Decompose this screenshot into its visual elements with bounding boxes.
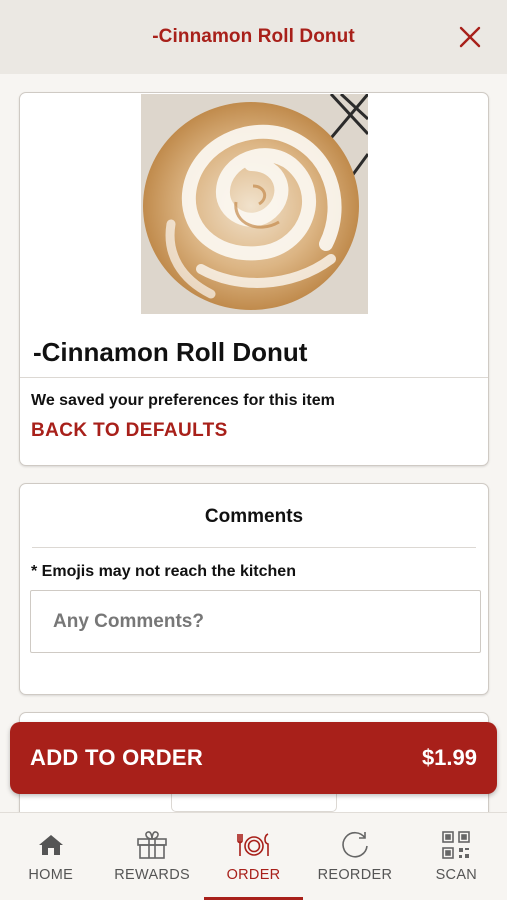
back-to-defaults-link[interactable]: BACK TO DEFAULTS	[31, 420, 228, 442]
comments-input[interactable]	[30, 590, 481, 653]
divider	[32, 547, 476, 548]
nav-label: REORDER	[317, 867, 393, 883]
nav-label: REWARDS	[114, 867, 190, 883]
nav-item-scan[interactable]: SCAN	[406, 813, 507, 900]
nav-label: ORDER	[226, 867, 281, 883]
emoji-warning-note: * Emojis may not reach the kitchen	[31, 563, 296, 580]
nav-label: SCAN	[435, 867, 478, 883]
nav-item-rewards[interactable]: REWARDS	[101, 813, 202, 900]
header-bar: -Cinnamon Roll Donut	[0, 0, 507, 74]
comments-heading: Comments	[204, 506, 304, 527]
reorder-icon	[338, 828, 372, 862]
nav-item-reorder[interactable]: REORDER	[304, 813, 405, 900]
home-icon	[34, 828, 68, 862]
comments-card: Comments * Emojis may not reach the kitc…	[19, 483, 489, 695]
close-icon[interactable]	[459, 26, 481, 48]
item-name: -Cinnamon Roll Donut	[33, 337, 308, 367]
bottom-nav: HOME REWARDS ORDER REORDER SCAN	[0, 812, 507, 900]
plate-utensils-icon	[236, 828, 271, 862]
order-price: $1.99	[421, 745, 477, 770]
nav-item-order[interactable]: ORDER	[203, 813, 304, 900]
divider	[20, 377, 488, 378]
gift-icon	[135, 828, 169, 862]
add-to-order-label: ADD TO ORDER	[30, 745, 204, 770]
saved-preferences-text: We saved your preferences for this item	[31, 392, 335, 409]
scroll-handle	[171, 794, 337, 812]
item-card: -Cinnamon Roll Donut We saved your prefe…	[19, 92, 489, 466]
page-title: -Cinnamon Roll Donut	[152, 26, 355, 47]
qr-code-icon	[439, 828, 473, 862]
nav-item-home[interactable]: HOME	[0, 813, 101, 900]
item-photo	[141, 94, 368, 314]
nav-label: HOME	[28, 867, 74, 883]
add-to-order-button[interactable]: ADD TO ORDER $1.99	[10, 722, 497, 794]
